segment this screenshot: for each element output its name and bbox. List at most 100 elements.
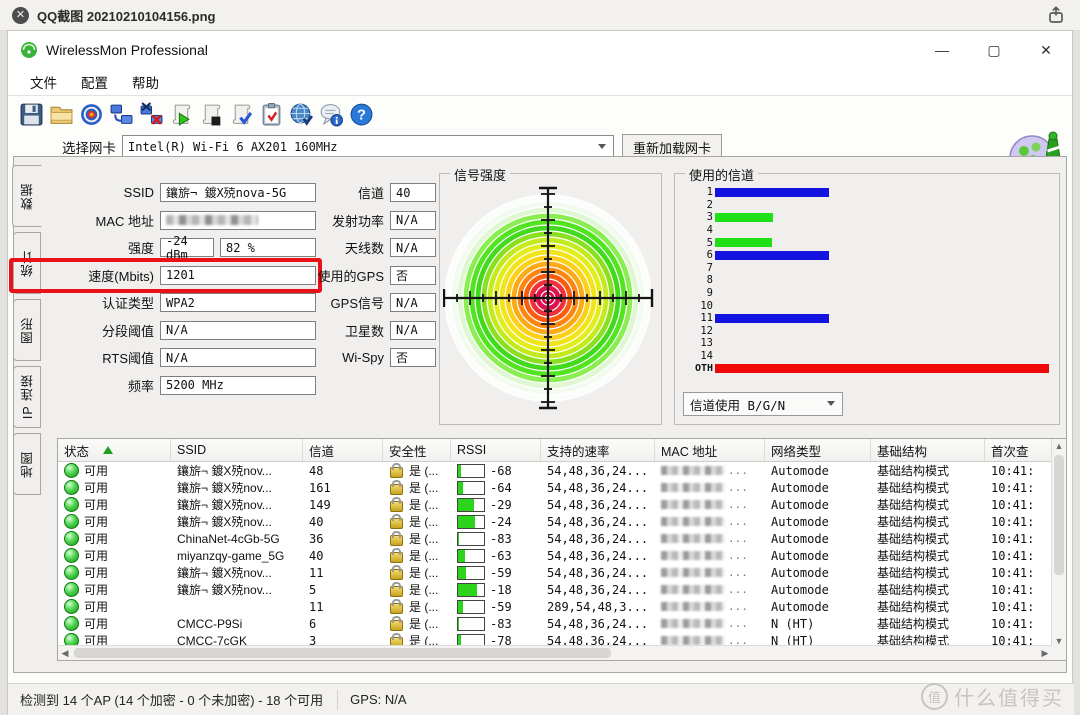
toolbar-report-icon[interactable] xyxy=(256,100,286,128)
status-text: 可用 xyxy=(84,547,108,564)
horizontal-scrollbar[interactable]: ◀ ▶ xyxy=(58,645,1052,660)
table-row[interactable]: 可用鑲旂¬ 鍍X殑nov...11是 (...-5954,48,36,24...… xyxy=(58,564,1066,581)
toolbar-connect-icon[interactable] xyxy=(106,100,136,128)
rssi-fill xyxy=(458,567,466,579)
close-button[interactable]: ✕ xyxy=(1020,31,1072,69)
toolbar-start-log-icon[interactable] xyxy=(166,100,196,128)
cell-first-seen: 10:41: xyxy=(985,481,1054,495)
menu-item[interactable]: 配置 xyxy=(69,70,120,94)
channel-row: 6 xyxy=(683,249,1049,262)
rssi-bar xyxy=(457,464,485,478)
channel-row: 1 xyxy=(683,186,1049,199)
side-tab-label: 统计 xyxy=(18,250,37,277)
table-row[interactable]: 可用ChinaNet-4cGb-5G36是 (...-8354,48,36,24… xyxy=(58,530,1066,547)
column-header-6[interactable]: 支持的速率 xyxy=(541,439,655,461)
table-row[interactable]: 可用鑲旂¬ 鍍X殑nov...149是 (...-2954,48,36,24..… xyxy=(58,496,1066,513)
cell-security: 是 (... xyxy=(383,547,451,564)
channel-usage-select[interactable]: 信道使用 B/G/N xyxy=(683,392,843,416)
toolbar-web-check-icon[interactable] xyxy=(286,100,316,128)
channel-row: 8 xyxy=(683,274,1049,287)
side-tab-2[interactable]: 统计 xyxy=(13,232,41,294)
column-header-5[interactable]: RSSI xyxy=(451,439,541,461)
status-text: 可用 xyxy=(84,479,108,496)
column-header-9[interactable]: 基础结构 xyxy=(871,439,985,461)
minimize-button[interactable]: — xyxy=(916,31,968,69)
hscroll-thumb[interactable] xyxy=(74,648,611,658)
cell-mac: ... xyxy=(655,583,765,596)
app-title: WirelessMon Professional xyxy=(46,42,208,58)
cell-infrastructure: 基础结构模式 xyxy=(871,615,985,632)
info-field-value: -24 dBm xyxy=(160,238,214,257)
table-row[interactable]: 可用11是 (...-59289,54,48,3......Automode基础… xyxy=(58,598,1066,615)
rssi-bar xyxy=(457,532,485,546)
viewer-close-icon[interactable]: ✕ xyxy=(12,7,29,24)
cell-rssi: -63 xyxy=(451,549,541,563)
channel-usage-value: 信道使用 B/G/N xyxy=(684,395,785,414)
status-text: 可用 xyxy=(84,513,108,530)
cell-mac: ... xyxy=(655,600,765,613)
vscroll-thumb[interactable] xyxy=(1054,455,1064,575)
column-header-3[interactable]: 信道 xyxy=(303,439,383,461)
toolbar-verify-log-icon[interactable] xyxy=(226,100,256,128)
side-tab-5[interactable]: 地图 xyxy=(13,433,41,495)
table-row[interactable]: 可用鑲旂¬ 鍍X殑nov...40是 (...-2454,48,36,24...… xyxy=(58,513,1066,530)
info-field-label: Wi-Spy xyxy=(314,350,390,365)
save-icon xyxy=(19,102,44,127)
toolbar-save-icon[interactable] xyxy=(16,100,46,128)
column-header-1[interactable]: 状态 xyxy=(58,439,171,461)
side-tab-label: 数据 xyxy=(18,183,37,210)
channel-label: 6 xyxy=(683,249,715,261)
toolbar-open-icon[interactable] xyxy=(46,100,76,128)
censored-mac xyxy=(661,500,725,509)
side-tab-4[interactable]: IP 连接 xyxy=(13,366,41,428)
column-header-4[interactable]: 安全性 xyxy=(383,439,451,461)
cell-ssid: 鑲旂¬ 鍍X殑nov... xyxy=(171,564,303,581)
table-row[interactable]: 可用miyanzqy-game_5G40是 (...-6354,48,36,24… xyxy=(58,547,1066,564)
rssi-fill xyxy=(458,516,475,528)
table-row[interactable]: 可用鑲旂¬ 鍍X殑nov...5是 (...-1854,48,36,24....… xyxy=(58,581,1066,598)
channels-title: 使用的信道 xyxy=(685,165,758,184)
cell-channel: 161 xyxy=(303,481,383,495)
column-header-7[interactable]: MAC 地址 xyxy=(655,439,765,461)
cell-first-seen: 10:41: xyxy=(985,498,1054,512)
side-tab-1[interactable]: 数据 xyxy=(12,165,42,227)
available-icon xyxy=(64,599,79,614)
cell-infrastructure: 基础结构模式 xyxy=(871,462,985,479)
disconnect-icon xyxy=(139,102,164,127)
menu-item[interactable]: 帮助 xyxy=(120,70,171,94)
table-row[interactable]: 可用鑲旂¬ 鍍X殑nov...161是 (...-6454,48,36,24..… xyxy=(58,479,1066,496)
cell-first-seen: 10:41: xyxy=(985,583,1054,597)
toolbar-stop-log-icon[interactable] xyxy=(196,100,226,128)
toolbar-info-bubble-icon[interactable] xyxy=(316,100,346,128)
side-tab-3[interactable]: 图形 xyxy=(13,299,41,361)
info-field-label: 速度(Mbits) xyxy=(54,266,160,285)
rssi-fill xyxy=(458,482,463,494)
vertical-scrollbar[interactable]: ▲ ▼ xyxy=(1051,439,1066,648)
table-row[interactable]: 可用鑲旂¬ 鍍X殑nov...48是 (...-6854,48,36,24...… xyxy=(58,462,1066,479)
rssi-value: -64 xyxy=(490,481,512,495)
scroll-left-icon[interactable]: ◀ xyxy=(58,646,72,660)
info-field-value: 鑲旂¬ 鍍X殑nova-5G xyxy=(160,183,316,202)
lock-icon xyxy=(390,552,403,563)
cell-infrastructure: 基础结构模式 xyxy=(871,564,985,581)
table-row[interactable]: 可用CMCC-P9Si6是 (...-8354,48,36,24......N … xyxy=(58,615,1066,632)
cell-security: 是 (... xyxy=(383,479,451,496)
channel-label: 7 xyxy=(683,262,715,274)
censored-mac xyxy=(661,551,725,560)
maximize-button[interactable]: ▢ xyxy=(968,31,1020,69)
column-header-10[interactable]: 首次查 xyxy=(985,439,1054,461)
toolbar-disconnect-icon[interactable] xyxy=(136,100,166,128)
info-field-value: 1201 xyxy=(160,266,316,285)
info-field-label: 频率 xyxy=(54,376,160,395)
column-header-2[interactable]: SSID xyxy=(171,439,303,461)
menu-item[interactable]: 文件 xyxy=(18,70,69,94)
scroll-right-icon[interactable]: ▶ xyxy=(1038,646,1052,660)
scroll-up-icon[interactable]: ▲ xyxy=(1052,439,1066,453)
column-header-8[interactable]: 网络类型 xyxy=(765,439,871,461)
censored-mac xyxy=(661,534,725,543)
toolbar-target-icon[interactable] xyxy=(76,100,106,128)
share-icon[interactable] xyxy=(1046,5,1066,30)
toolbar-help-icon[interactable]: ? xyxy=(346,100,376,128)
security-text: 是 (... xyxy=(409,496,438,513)
status-text: 可用 xyxy=(84,564,108,581)
